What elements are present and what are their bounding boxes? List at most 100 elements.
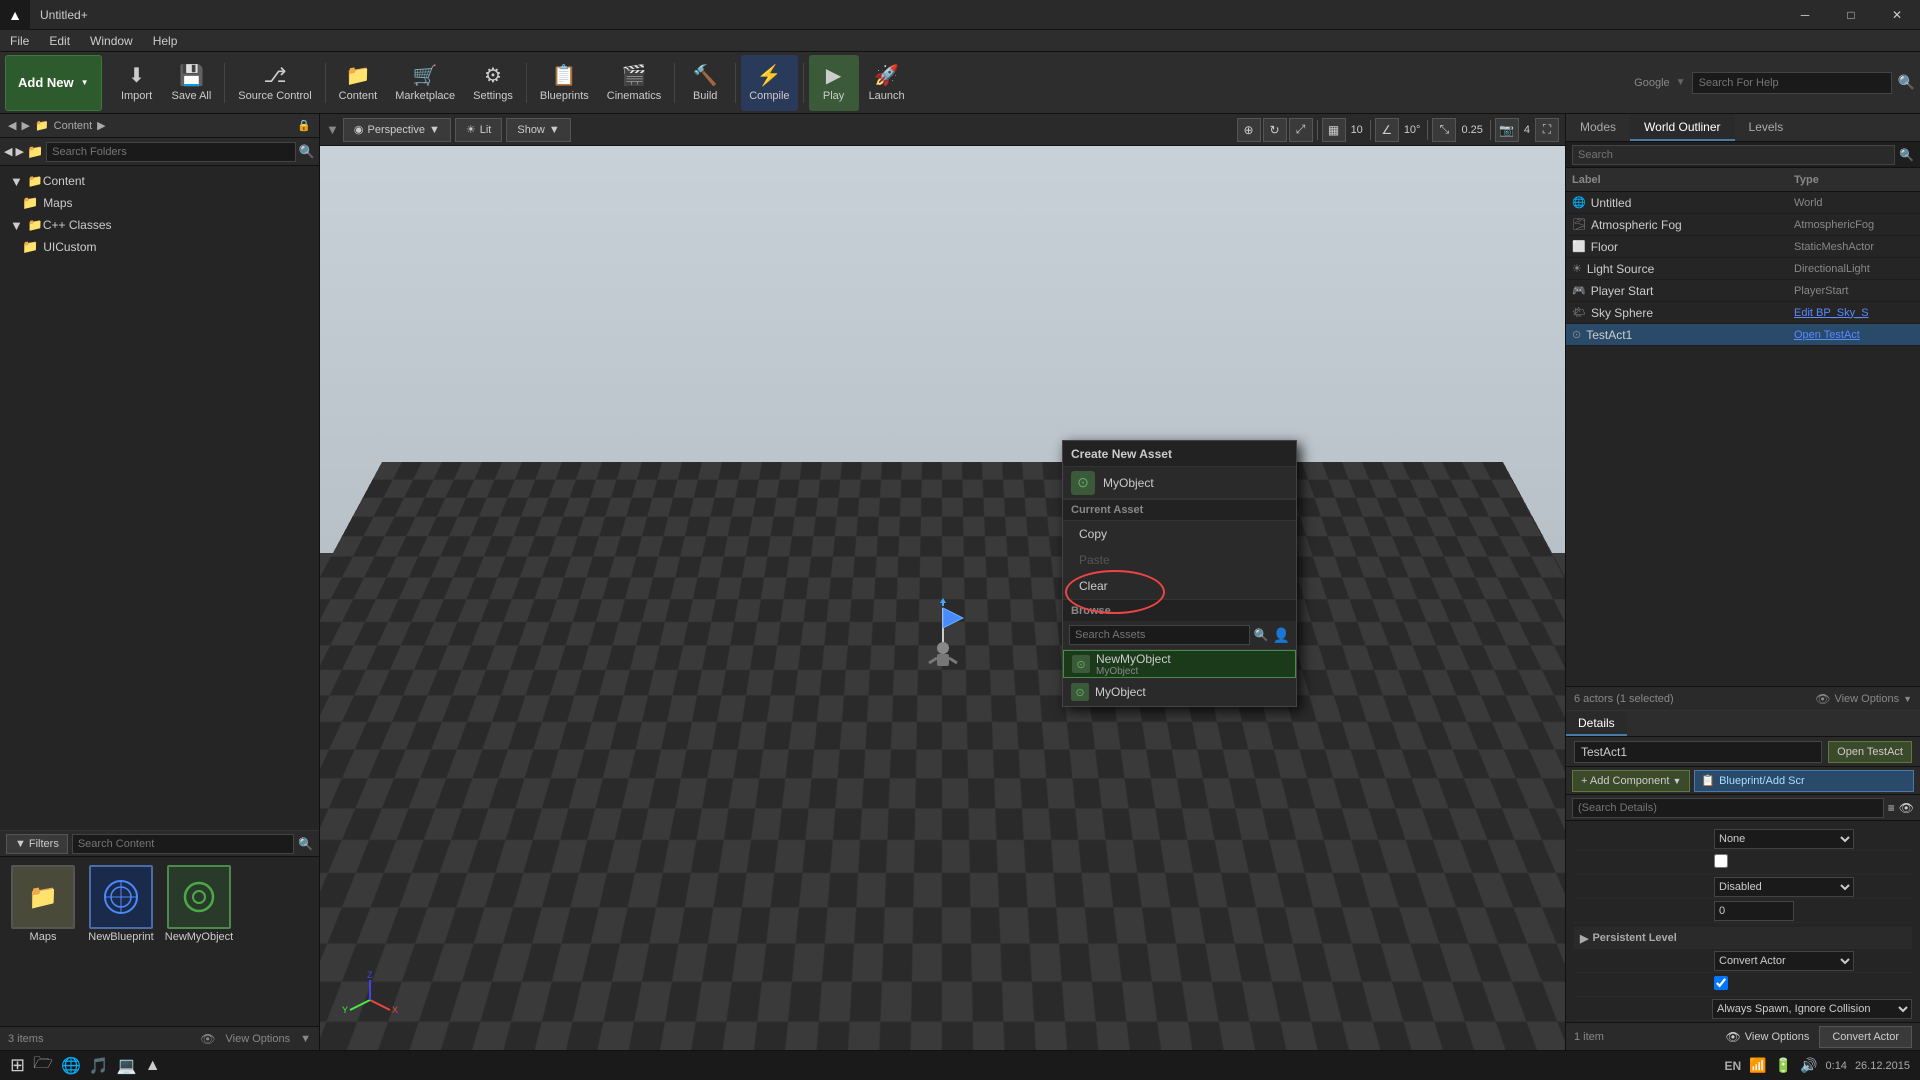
content-item-blueprint[interactable]: NewBlueprint bbox=[86, 865, 156, 943]
scale-snap-btn[interactable]: ⤡ bbox=[1432, 118, 1456, 142]
view-icon[interactable]: 👁 bbox=[200, 1032, 215, 1046]
translate-tool[interactable]: ⊕ bbox=[1237, 118, 1261, 142]
folder-item-maps[interactable]: 📁 Maps bbox=[0, 192, 319, 214]
details-search-input[interactable] bbox=[1572, 798, 1884, 818]
content-item-maps[interactable]: 📁 Maps bbox=[8, 865, 78, 943]
file-explorer-icon[interactable]: 🗁 bbox=[33, 1052, 53, 1079]
search-help-icon[interactable]: 🔍 bbox=[1898, 74, 1915, 91]
add-new-button[interactable]: Add New ▼ bbox=[5, 55, 102, 111]
vp-toggle[interactable]: ▼ bbox=[326, 122, 339, 137]
outliner-search-input[interactable] bbox=[1572, 145, 1895, 165]
folder-forward-icon[interactable]: ▶ bbox=[15, 145, 23, 158]
back-icon[interactable]: ◀ bbox=[8, 119, 16, 132]
details-list-icon[interactable]: ≡ bbox=[1888, 801, 1895, 815]
none-dropdown[interactable]: None bbox=[1714, 829, 1854, 849]
cm-asset-myobject[interactable]: ⊙ MyObject bbox=[1063, 678, 1296, 706]
tab-modes[interactable]: Modes bbox=[1566, 114, 1630, 141]
details-eye-icon[interactable]: 👁 bbox=[1899, 801, 1914, 815]
source-control-button[interactable]: ⎇ Source Control bbox=[230, 55, 319, 111]
search-help-input[interactable] bbox=[1692, 72, 1892, 94]
angle-snap-btn[interactable]: ∠ bbox=[1375, 118, 1399, 142]
cm-search-input[interactable] bbox=[1069, 625, 1250, 645]
cm-search-icon[interactable]: 🔍 bbox=[1254, 628, 1269, 642]
up-icon[interactable]: 📁 bbox=[35, 119, 49, 132]
detail-checkbox[interactable] bbox=[1714, 854, 1728, 868]
content-search-input[interactable] bbox=[72, 834, 294, 854]
outliner-row-floor[interactable]: ⬜ Floor StaticMeshActor bbox=[1566, 236, 1920, 258]
folder-home-icon[interactable]: 📁 bbox=[27, 144, 43, 160]
scale-tool[interactable]: ⤢ bbox=[1289, 118, 1313, 142]
camera-speed-btn[interactable]: 📷 bbox=[1495, 118, 1519, 142]
content-button[interactable]: 📁 Content bbox=[331, 55, 386, 111]
open-testact-button[interactable]: Open TestAct bbox=[1828, 741, 1912, 763]
code-icon[interactable]: 💻 bbox=[117, 1056, 137, 1076]
convert-actor-dropdown[interactable]: Convert Actor bbox=[1714, 951, 1854, 971]
outliner-view-options[interactable]: View Options bbox=[1834, 693, 1899, 705]
detail-input-zero[interactable] bbox=[1714, 901, 1794, 921]
settings-button[interactable]: ⚙ Settings bbox=[465, 55, 521, 111]
ue4-icon[interactable]: ▲ bbox=[145, 1057, 161, 1075]
minimize-button[interactable]: ─ bbox=[1782, 0, 1828, 30]
folder-search-icon[interactable]: 🔍 bbox=[299, 144, 315, 160]
folder-item-content[interactable]: ▼ 📁 Content bbox=[0, 170, 319, 192]
import-button[interactable]: ⬇ Import bbox=[112, 55, 162, 111]
filters-button[interactable]: ▼ Filters bbox=[6, 834, 68, 854]
actor-name-input[interactable] bbox=[1574, 741, 1822, 763]
cm-user-icon[interactable]: 👤 bbox=[1273, 627, 1290, 644]
folder-item-uicustom[interactable]: 📁 UICustom bbox=[0, 236, 319, 258]
outliner-row-sky[interactable]: 🌤 Sky Sphere Edit BP_Sky_S bbox=[1566, 302, 1920, 324]
media-icon[interactable]: 🎵 bbox=[89, 1056, 109, 1076]
browser-icon[interactable]: 🌐 bbox=[61, 1056, 81, 1076]
add-component-button[interactable]: + Add Component ▼ bbox=[1572, 770, 1690, 792]
folder-back-icon[interactable]: ◀ bbox=[4, 145, 12, 158]
rotate-tool[interactable]: ↻ bbox=[1263, 118, 1287, 142]
grid-snap-btn[interactable]: ▦ bbox=[1322, 118, 1346, 142]
detail-checkbox2[interactable] bbox=[1714, 976, 1728, 990]
content-item-myobject[interactable]: NewMyObject bbox=[164, 865, 234, 943]
marketplace-button[interactable]: 🛒 Marketplace bbox=[387, 55, 463, 111]
outliner-row-fog[interactable]: 🌫 Atmospheric Fog AtmosphericFog bbox=[1566, 214, 1920, 236]
tab-details[interactable]: Details bbox=[1566, 711, 1627, 736]
show-button[interactable]: Show ▼ bbox=[506, 118, 570, 142]
tab-world-outliner[interactable]: World Outliner bbox=[1630, 114, 1734, 141]
view-options[interactable]: View Options bbox=[226, 1033, 291, 1045]
launch-button[interactable]: 🚀 Launch bbox=[861, 55, 913, 111]
compile-button[interactable]: ⚡ Compile bbox=[741, 55, 797, 111]
row-type-sky[interactable]: Edit BP_Sky_S bbox=[1794, 307, 1914, 319]
blueprints-button[interactable]: 📋 Blueprints bbox=[532, 55, 597, 111]
section-header-persistent[interactable]: ▶ Persistent Level bbox=[1574, 927, 1912, 949]
spawn-dropdown[interactable]: Always Spawn, Ignore Collision bbox=[1712, 999, 1912, 1019]
build-button[interactable]: 🔨 Build bbox=[680, 55, 730, 111]
save-all-button[interactable]: 💾 Save All bbox=[164, 55, 220, 111]
outliner-search-icon[interactable]: 🔍 bbox=[1899, 148, 1914, 162]
play-button[interactable]: ▶ Play bbox=[809, 55, 859, 111]
maximize-button[interactable]: □ bbox=[1828, 0, 1874, 30]
content-search-icon[interactable]: 🔍 bbox=[298, 837, 313, 851]
close-button[interactable]: ✕ bbox=[1874, 0, 1920, 30]
menu-edit[interactable]: Edit bbox=[39, 30, 80, 51]
details-view-eye[interactable]: 👁 bbox=[1726, 1030, 1741, 1044]
cm-asset-newmyobject[interactable]: ⊙ NewMyObject MyObject bbox=[1063, 650, 1296, 678]
outliner-row-playerstart[interactable]: 🎮 Player Start PlayerStart bbox=[1566, 280, 1920, 302]
menu-file[interactable]: File bbox=[0, 30, 39, 51]
cm-copy[interactable]: Copy bbox=[1063, 521, 1296, 547]
disabled-dropdown[interactable]: Disabled bbox=[1714, 877, 1854, 897]
forward-icon[interactable]: ▶ bbox=[21, 119, 29, 132]
outliner-row-testact[interactable]: ⊙ TestAct1 Open TestAct bbox=[1566, 324, 1920, 346]
cm-clear[interactable]: Clear bbox=[1063, 573, 1296, 599]
lit-button[interactable]: ☀ Lit bbox=[455, 118, 503, 142]
details-view-options[interactable]: View Options bbox=[1745, 1031, 1810, 1043]
viewport[interactable]: ▼ ◉ Perspective ▼ ☀ Lit Show ▼ ⊕ ↻ ⤢ ▦ 1… bbox=[320, 114, 1565, 1050]
tab-levels[interactable]: Levels bbox=[1735, 114, 1798, 141]
lock-icon[interactable]: 🔒 bbox=[297, 119, 311, 132]
row-type-testact[interactable]: Open TestAct bbox=[1794, 329, 1914, 341]
menu-help[interactable]: Help bbox=[143, 30, 188, 51]
outliner-row-light[interactable]: ☀ Light Source DirectionalLight bbox=[1566, 258, 1920, 280]
outliner-row-untitled[interactable]: 🌐 Untitled World bbox=[1566, 192, 1920, 214]
cm-asset-row[interactable]: ⊙ MyObject bbox=[1063, 467, 1296, 499]
folder-search-input[interactable] bbox=[46, 142, 296, 162]
convert-actor-button[interactable]: Convert Actor bbox=[1819, 1026, 1912, 1048]
vp-maximize-btn[interactable]: ⛶ bbox=[1535, 118, 1559, 142]
perspective-button[interactable]: ◉ Perspective ▼ bbox=[343, 118, 451, 142]
folder-item-cpp[interactable]: ▼ 📁 C++ Classes bbox=[0, 214, 319, 236]
